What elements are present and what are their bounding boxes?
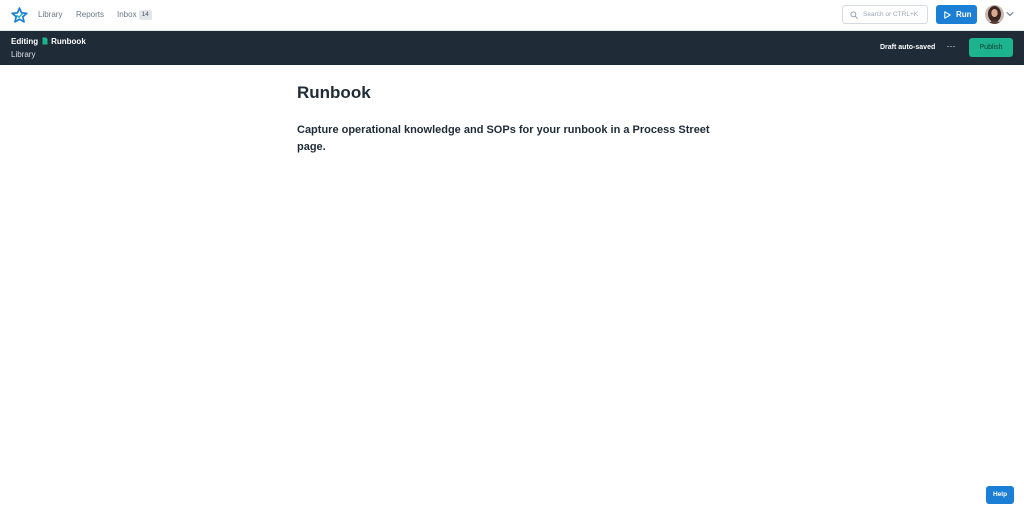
page-body-text[interactable]: Capture operational knowledge and SOPs f… — [297, 122, 727, 156]
avatar-image — [985, 5, 1004, 24]
draft-status-text: Draft auto-saved — [880, 44, 936, 51]
run-button[interactable]: Run — [936, 5, 977, 24]
nav-inbox-label: Inbox — [117, 10, 137, 19]
chevron-down-icon[interactable] — [1006, 11, 1014, 17]
top-nav-bar: Library Reports Inbox14 Run — [0, 0, 1024, 31]
inbox-count-badge: 14 — [138, 10, 152, 20]
search-icon — [850, 11, 858, 19]
page-title[interactable]: Runbook — [297, 82, 371, 104]
play-icon — [944, 11, 951, 19]
nav-reports-link[interactable]: Reports — [76, 10, 104, 20]
search-input[interactable] — [863, 7, 925, 22]
run-button-label: Run — [956, 10, 972, 19]
nav-library-link[interactable]: Library — [38, 10, 62, 20]
editing-breadcrumb: Editing Runbook — [11, 37, 86, 47]
publish-button[interactable]: Publish — [969, 38, 1013, 57]
editing-label: Editing — [11, 37, 39, 46]
page-icon — [42, 37, 48, 45]
editing-bar: Editing Runbook Library Draft auto-saved… — [0, 31, 1024, 65]
help-button[interactable]: Help — [986, 486, 1014, 504]
star-logo-icon[interactable] — [11, 7, 28, 24]
page-name[interactable]: Runbook — [51, 37, 86, 46]
folder-link[interactable]: Library — [11, 50, 35, 60]
user-avatar[interactable] — [985, 5, 1004, 24]
search-box[interactable] — [842, 5, 928, 24]
more-options-button[interactable]: ··· — [944, 39, 958, 55]
nav-inbox-link[interactable]: Inbox 14 — [117, 10, 152, 20]
